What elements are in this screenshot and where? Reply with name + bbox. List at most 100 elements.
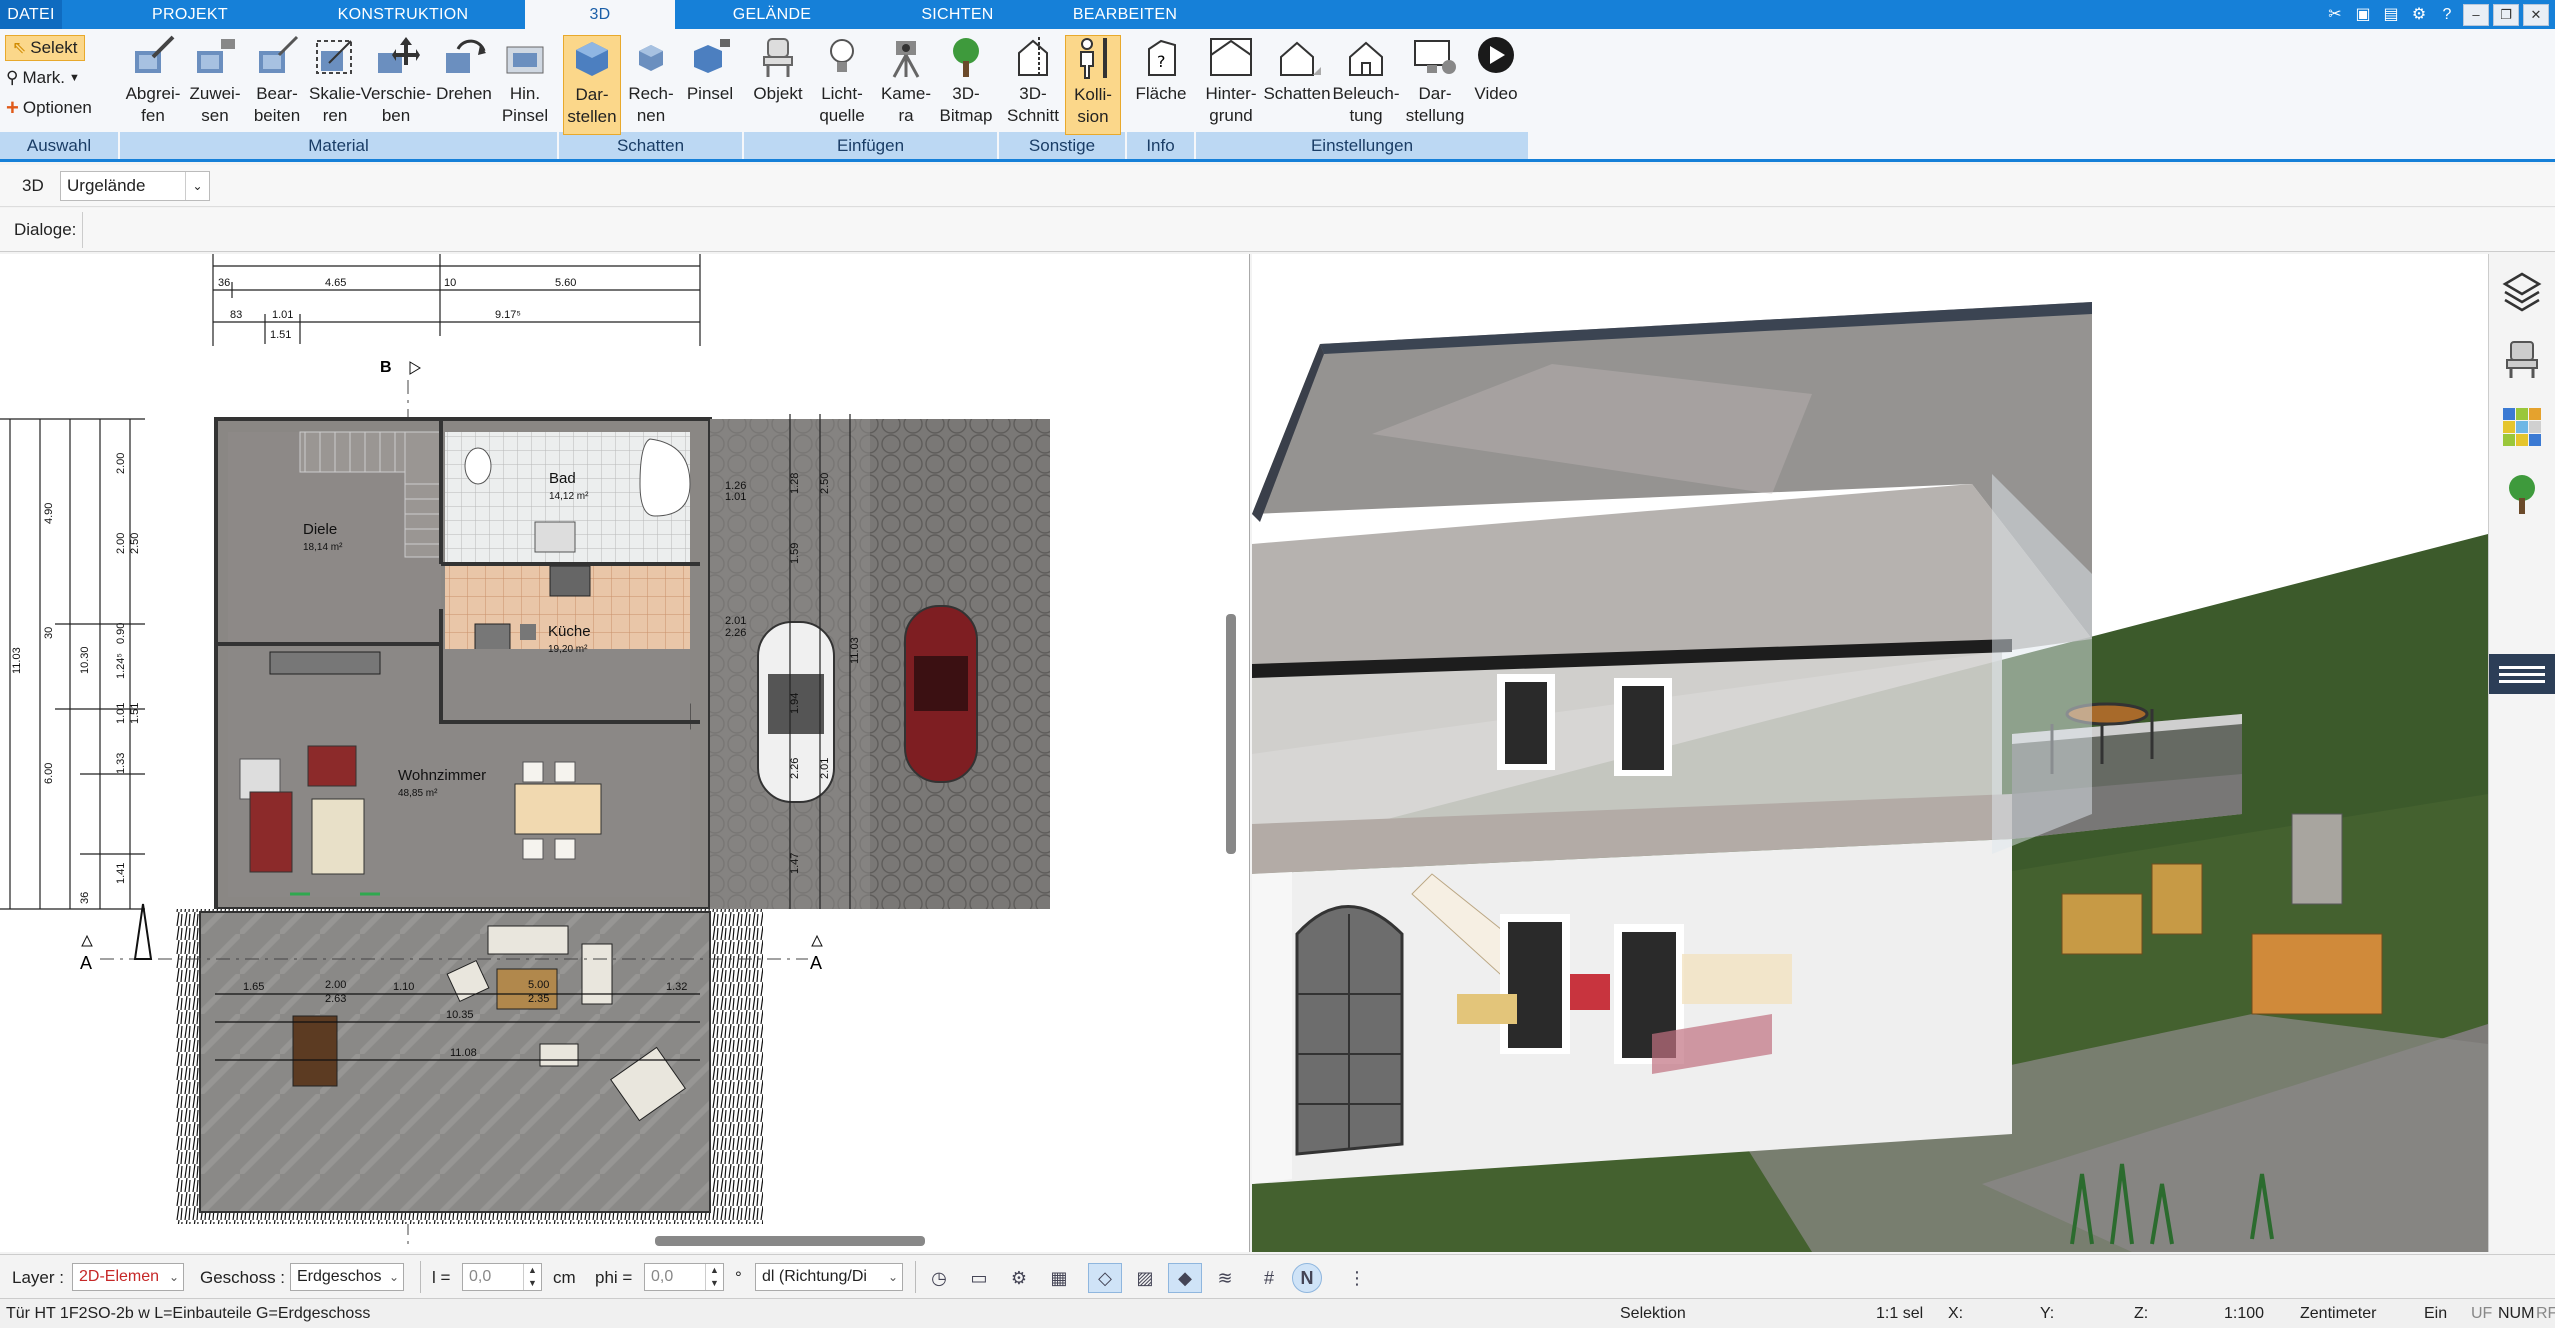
- terrace[interactable]: 1.65 2.00 2.63 1.10 5.00 2.35 1.32 10.35…: [175, 909, 763, 1224]
- darstellung-button[interactable]: Dar- stellung: [1402, 35, 1468, 127]
- status-x: X:: [1948, 1305, 1964, 1322]
- north-arrow-icon: [133, 903, 153, 960]
- svg-text:10.35: 10.35: [446, 1009, 474, 1021]
- armchair-3d: [1570, 974, 1610, 1010]
- pinsel-button[interactable]: Pinsel: [682, 35, 738, 105]
- settings-icon[interactable]: ⚙: [2407, 4, 2431, 26]
- print-icon[interactable]: ▤: [2379, 4, 2403, 26]
- terrain-toggle-icon[interactable]: ≋: [1208, 1263, 1242, 1293]
- north-icon[interactable]: N: [1292, 1263, 1322, 1293]
- zuweisen-button[interactable]: Zuwei- sen: [184, 35, 246, 127]
- svg-text:0.90: 0.90: [115, 623, 127, 644]
- hintergrund-button[interactable]: Hinter- grund: [1200, 35, 1262, 127]
- section-icon: [1018, 37, 1048, 77]
- geschoss-select[interactable]: Erdgeschos ⌄: [290, 1263, 404, 1291]
- terrain-select[interactable]: Urgelände ⌄: [60, 171, 210, 201]
- dim-4-65: 4.65: [325, 277, 346, 289]
- tab-gelaende[interactable]: GELÄNDE: [712, 0, 832, 29]
- tab-3d[interactable]: 3D: [525, 0, 675, 29]
- menu-bar: DATEI PROJEKT KONSTRUKTION 3D GELÄNDE SI…: [0, 0, 2555, 29]
- kollision-button[interactable]: Kolli- sion: [1065, 35, 1121, 135]
- 3d-bitmap-button[interactable]: 3D- Bitmap: [936, 35, 996, 127]
- plan-horizontal-scrollbar[interactable]: [655, 1236, 925, 1246]
- einst-schatten-button[interactable]: Schatten: [1262, 35, 1332, 105]
- 3d-schnitt-button[interactable]: 3D- Schnitt: [1003, 35, 1063, 127]
- verschieben-button[interactable]: Verschie- ben: [360, 35, 432, 127]
- rechnen-button[interactable]: Rech- nen: [622, 35, 680, 127]
- minimize-button[interactable]: –: [2463, 3, 2489, 26]
- 3d-view[interactable]: [1252, 254, 2488, 1252]
- chair-catalog-icon[interactable]: [2499, 336, 2545, 382]
- restore-button[interactable]: ❐: [2493, 3, 2519, 26]
- clock-icon[interactable]: ◷: [922, 1263, 956, 1293]
- kamera-button[interactable]: Kame- ra: [874, 35, 938, 127]
- 3d-render-canvas[interactable]: [1252, 254, 2488, 1252]
- spinner-icon[interactable]: ▲ ▼: [523, 1264, 541, 1290]
- help-icon[interactable]: ?: [2435, 4, 2459, 26]
- carport[interactable]: 1.26 1.01 2.01 2.26 1.28 1.59 1.94 2.26 …: [710, 414, 1050, 909]
- selekt-button[interactable]: ⇖ Selekt: [5, 35, 85, 61]
- dim-10: 10: [444, 277, 456, 289]
- svg-text:1.47: 1.47: [789, 853, 801, 874]
- wireframe-icon[interactable]: ◇: [1088, 1263, 1122, 1293]
- layers-icon[interactable]: [2499, 268, 2545, 314]
- svg-text:A: A: [810, 953, 822, 973]
- plan-vertical-scrollbar[interactable]: [1226, 614, 1236, 854]
- camera-toolbar-icon[interactable]: ⚙: [1002, 1263, 1036, 1293]
- surface-icon[interactable]: ◆: [1168, 1263, 1202, 1293]
- layer-select[interactable]: 2D-Elemen ⌄: [72, 1263, 184, 1291]
- sideboard: [269, 651, 381, 675]
- scale-icon: [316, 40, 352, 74]
- print-preview-icon[interactable]: ▦: [1042, 1263, 1076, 1293]
- svg-text:11.03: 11.03: [849, 637, 861, 664]
- objekt-button[interactable]: Objekt: [748, 35, 808, 105]
- svg-text:5.00: 5.00: [528, 979, 549, 991]
- plants-icon[interactable]: [2499, 472, 2545, 518]
- group-auswahl: Auswahl: [0, 132, 118, 159]
- sidebar-menu-toggle[interactable]: [2489, 654, 2555, 694]
- bearbeiten-button[interactable]: Bear- beiten: [246, 35, 308, 127]
- tools-icon[interactable]: ✂: [2323, 4, 2347, 26]
- drehen-button[interactable]: Drehen: [432, 35, 496, 105]
- monitor-icon[interactable]: ▭: [962, 1263, 996, 1293]
- flaeche-button[interactable]: ? Fläche: [1131, 35, 1191, 105]
- materials-icon[interactable]: [2499, 404, 2545, 450]
- direction-select[interactable]: dl (Richtung/Di ⌄: [755, 1263, 903, 1291]
- svg-text:1.33: 1.33: [115, 753, 127, 774]
- svg-text:6.00: 6.00: [43, 763, 55, 784]
- close-button[interactable]: ✕: [2523, 3, 2549, 26]
- chair-icon: [763, 38, 793, 77]
- tab-sichten[interactable]: SICHTEN: [900, 0, 1015, 29]
- group-einstellungen: Einstellungen: [1196, 132, 1528, 159]
- chevron-down-icon: ⌄: [168, 1270, 179, 1284]
- abgreifen-button[interactable]: Abgrei- fen: [122, 35, 184, 127]
- more-options-icon[interactable]: ⋮: [1340, 1263, 1374, 1293]
- status-flag-num: NUM: [2498, 1305, 2535, 1322]
- spinner-icon[interactable]: ▲ ▼: [705, 1264, 723, 1290]
- svg-text:1.10: 1.10: [393, 981, 414, 993]
- floor-plan-canvas[interactable]: 4.65 5.60 9.17⁵ 1.01 1.51 36 83 10 B 4.9…: [0, 254, 1250, 1252]
- darstellen-button[interactable]: Dar- stellen: [563, 35, 621, 135]
- floor-plan-view[interactable]: 4.65 5.60 9.17⁵ 1.01 1.51 36 83 10 B 4.9…: [0, 254, 1250, 1252]
- hin-pinsel-button[interactable]: Hin. Pinsel: [496, 35, 554, 127]
- tab-projekt[interactable]: PROJEKT: [120, 0, 260, 29]
- optionen-button[interactable]: + Optionen: [6, 95, 92, 121]
- group-schatten: Schatten: [559, 132, 742, 159]
- lichtquelle-button[interactable]: Licht- quelle: [810, 35, 874, 127]
- svg-text:2.00: 2.00: [325, 979, 346, 991]
- tab-bearbeiten[interactable]: BEARBEITEN: [1050, 0, 1200, 29]
- tab-konstruktion[interactable]: KONSTRUKTION: [318, 0, 488, 29]
- grid-icon[interactable]: #: [1252, 1263, 1286, 1293]
- layout-icon[interactable]: ▣: [2351, 4, 2375, 26]
- house-floorplan[interactable]: Diele 18,14 m² Bad 14,12 m²: [214, 417, 712, 911]
- l-input[interactable]: 0,0 ▲ ▼: [462, 1263, 542, 1291]
- sink: [534, 521, 576, 553]
- chevron-down-icon: ⌄: [887, 1270, 898, 1284]
- mark-button[interactable]: ⚲ Mark. ▼: [6, 65, 80, 91]
- video-button[interactable]: Video: [1468, 35, 1524, 105]
- beleuchtung-button[interactable]: Beleuch- tung: [1332, 35, 1400, 127]
- tab-datei[interactable]: DATEI: [0, 0, 62, 29]
- hatch-icon[interactable]: ▨: [1128, 1263, 1162, 1293]
- skalieren-button[interactable]: Skalie- ren: [304, 35, 366, 127]
- phi-input[interactable]: 0,0 ▲ ▼: [644, 1263, 724, 1291]
